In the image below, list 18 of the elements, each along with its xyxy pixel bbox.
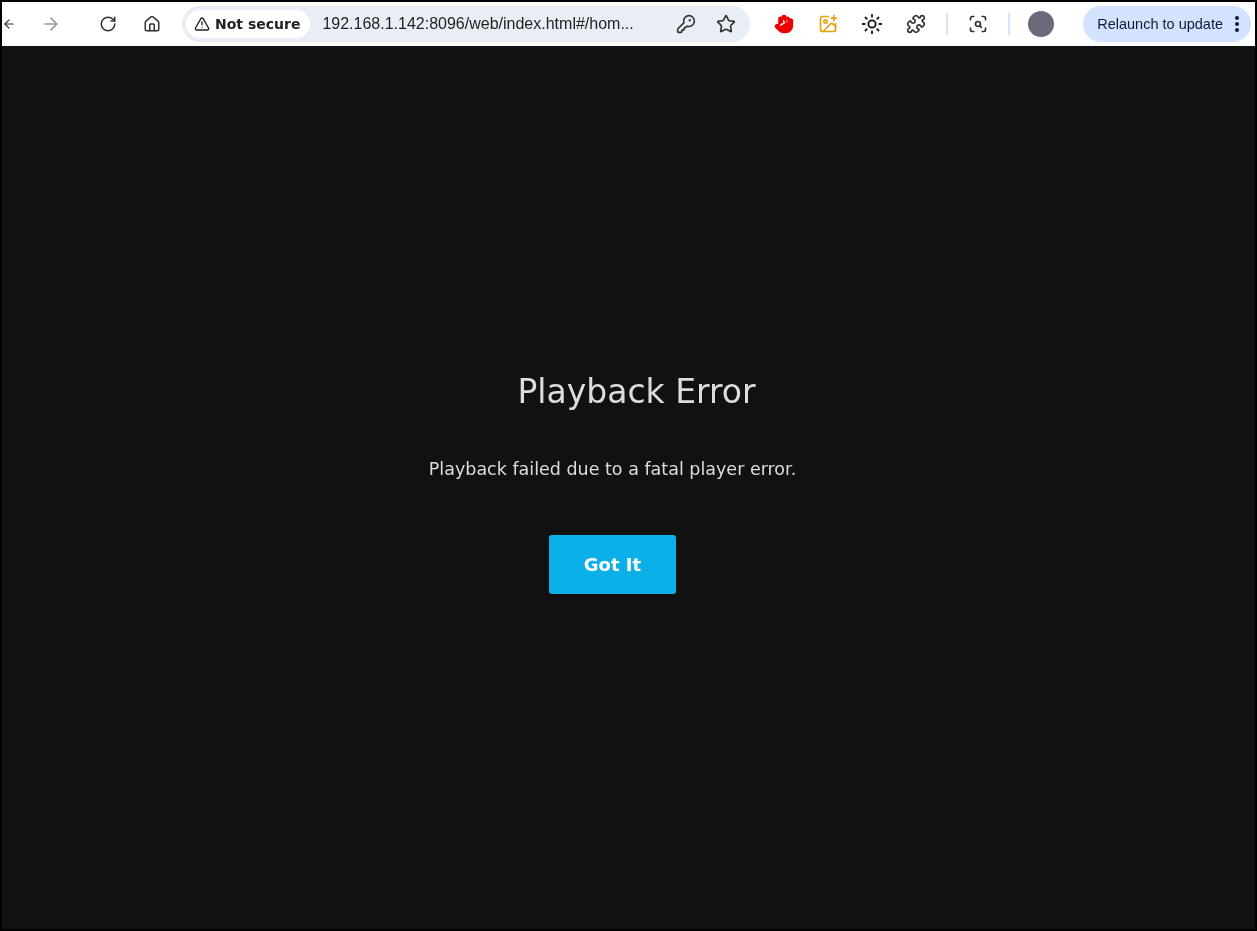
reload-icon bbox=[99, 15, 117, 33]
star-icon bbox=[716, 14, 736, 34]
address-bar[interactable]: Not secure 192.168.1.142:8096/web/index.html#/hom... bbox=[182, 6, 750, 42]
stop-hand-icon bbox=[774, 14, 794, 34]
image-icon bbox=[818, 14, 838, 34]
url-text: 192.168.1.142:8096/web/index.html#/hom... bbox=[322, 15, 635, 33]
relaunch-button[interactable]: Relaunch to update bbox=[1083, 6, 1251, 42]
puzzle-icon bbox=[906, 14, 926, 34]
sun-icon bbox=[861, 13, 883, 35]
profile-avatar[interactable] bbox=[1028, 11, 1054, 37]
home-icon bbox=[143, 15, 161, 33]
key-icon bbox=[676, 14, 696, 34]
error-message: Playback failed due to a fatal player error. bbox=[428, 459, 797, 479]
dialog-title: Playback Error bbox=[517, 372, 756, 411]
security-chip[interactable]: Not secure bbox=[186, 10, 311, 38]
warning-icon bbox=[194, 16, 210, 32]
menu-icon bbox=[1235, 16, 1239, 32]
search-icon bbox=[968, 14, 988, 34]
